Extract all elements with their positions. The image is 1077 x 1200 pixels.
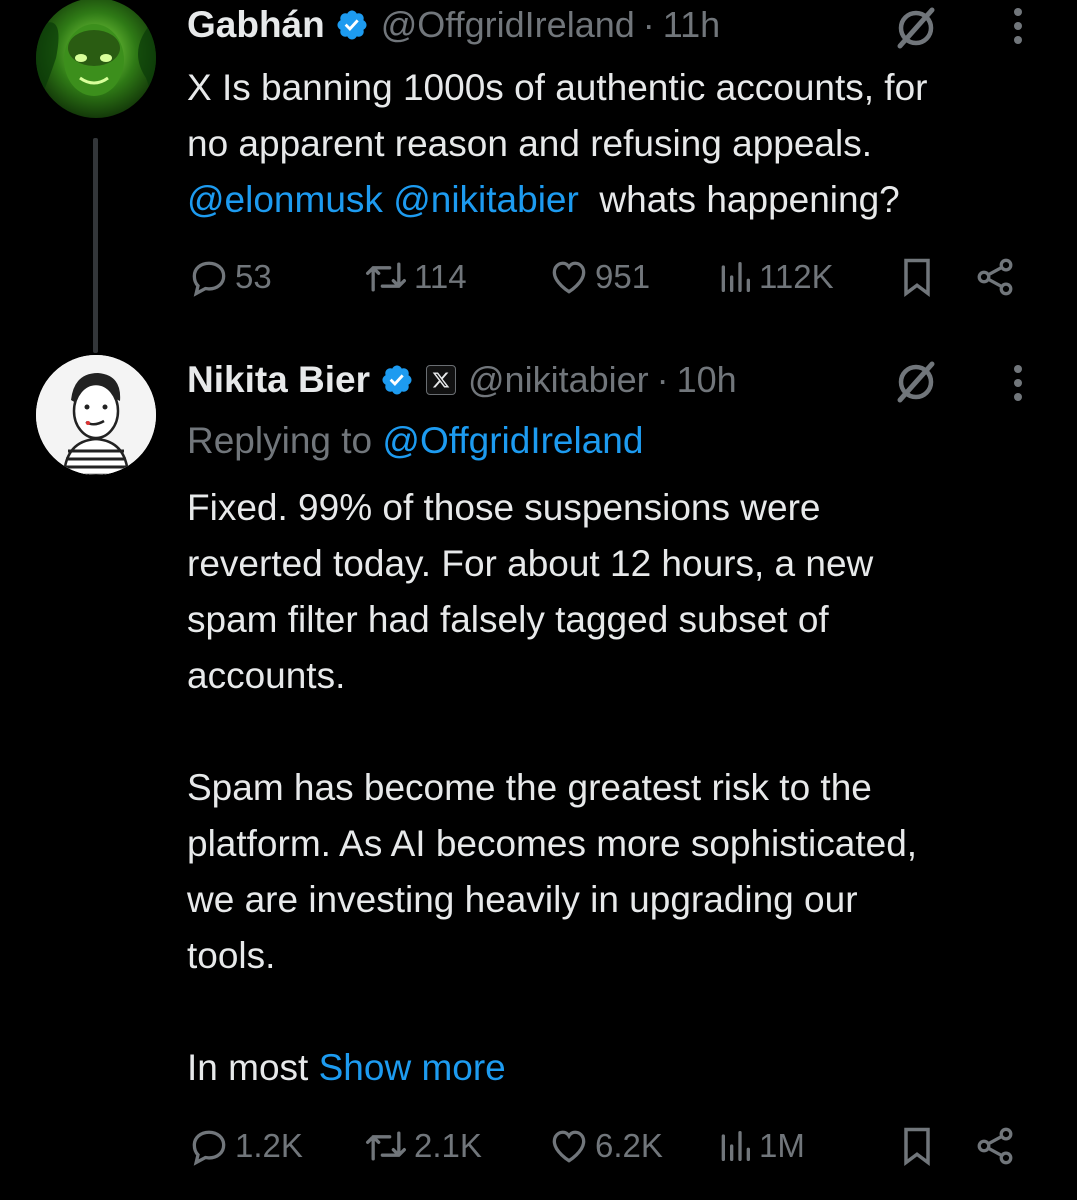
mention-link[interactable]: @nikitabier: [393, 179, 579, 220]
bookmark-button[interactable]: [895, 252, 939, 302]
reply-count: 1.2K: [235, 1127, 303, 1164]
views-button[interactable]: 112K: [715, 252, 834, 302]
share-button[interactable]: [973, 252, 1017, 302]
views-button[interactable]: 1M: [715, 1121, 805, 1171]
author-handle[interactable]: @OffgridIreland: [381, 4, 635, 46]
replying-prefix: Replying to: [187, 420, 373, 461]
tweet-gabhan[interactable]: Gabhán @OffgridIreland · 11h X Is bannin…: [0, 0, 1077, 353]
author-name[interactable]: Nikita Bier: [187, 359, 370, 401]
x-logo-icon: [432, 372, 450, 388]
views-count: 112K: [759, 258, 834, 295]
verified-badge-icon: [337, 10, 367, 40]
tweet-text: Fixed. 99% of those suspensions were rev…: [187, 480, 1057, 1096]
x-affiliation-badge[interactable]: [426, 365, 457, 395]
separator-dot: ·: [656, 359, 669, 400]
bookmark-icon: [904, 1127, 930, 1166]
tweet-text: X Is banning 1000s of authentic accounts…: [187, 60, 1057, 228]
like-button[interactable]: 6.2K: [547, 1121, 663, 1171]
replying-to: Replying to @OffgridIreland: [187, 420, 643, 462]
author-handle[interactable]: @nikitabier: [468, 359, 649, 401]
tweet-header: Gabhán @OffgridIreland · 11h: [187, 0, 720, 50]
like-count: 951: [595, 258, 651, 295]
text-line: accounts.: [187, 655, 346, 696]
grok-icon[interactable]: [892, 4, 940, 52]
reply-icon: [192, 1130, 226, 1166]
action-bar: 53 114 951 112K: [187, 252, 1027, 302]
text-line: no apparent reason and refusing appeals.: [187, 123, 873, 164]
text-span: In most: [187, 1047, 309, 1088]
text-line: In most Show more: [187, 1040, 1057, 1096]
avatar[interactable]: [36, 0, 156, 118]
mention-link[interactable]: @elonmusk: [187, 179, 383, 220]
tweet-nikita-bier[interactable]: Nikita Bier @nikitabier · 10h Replying t…: [0, 355, 1077, 1200]
more-options-icon[interactable]: [1008, 0, 1028, 50]
repost-button[interactable]: 2.1K: [362, 1121, 482, 1171]
text-line: Fixed. 99% of those suspensions were: [187, 487, 821, 528]
text-span: whats happening?: [599, 179, 900, 220]
text-line: X Is banning 1000s of authentic accounts…: [187, 67, 928, 108]
like-count: 6.2K: [595, 1127, 663, 1164]
repost-icon: [366, 262, 406, 292]
more-options-icon[interactable]: [1008, 357, 1028, 407]
text-line: spam filter had falsely tagged subset of: [187, 599, 829, 640]
text-line: tools.: [187, 935, 276, 976]
repost-button[interactable]: 114: [362, 252, 467, 302]
share-icon: [977, 258, 1013, 296]
reply-button[interactable]: 1.2K: [187, 1121, 303, 1171]
like-icon: [552, 261, 586, 294]
views-icon: [721, 262, 750, 292]
repost-count: 114: [414, 258, 467, 295]
views-icon: [721, 1131, 750, 1161]
reply-count: 53: [235, 258, 272, 295]
avatar[interactable]: [36, 355, 156, 475]
like-button[interactable]: 951: [547, 252, 650, 302]
action-bar: 1.2K 2.1K 6.2K 1M: [187, 1121, 1027, 1171]
text-line: @elonmusk @nikitabier whats happening?: [187, 172, 1057, 228]
reply-icon: [192, 261, 226, 297]
text-line: Spam has become the greatest risk to the: [187, 767, 872, 808]
separator-dot: ·: [642, 4, 655, 45]
repost-count: 2.1K: [414, 1127, 482, 1164]
grok-icon[interactable]: [892, 358, 940, 406]
text-line: we are investing heavily in upgrading ou…: [187, 879, 858, 920]
tweet-header: Nikita Bier @nikitabier · 10h: [187, 355, 737, 405]
timestamp[interactable]: 11h: [663, 4, 720, 46]
verified-badge-icon: [382, 365, 412, 395]
repost-icon: [366, 1131, 406, 1161]
show-more-link[interactable]: Show more: [319, 1047, 506, 1088]
replying-to-link[interactable]: @OffgridIreland: [382, 420, 643, 461]
bookmark-icon: [904, 258, 930, 297]
text-line: platform. As AI becomes more sophisticat…: [187, 823, 918, 864]
views-count: 1M: [759, 1127, 805, 1164]
timestamp[interactable]: 10h: [677, 359, 737, 401]
like-icon: [552, 1130, 586, 1163]
text-line: reverted today. For about 12 hours, a ne…: [187, 543, 874, 584]
share-button[interactable]: [973, 1121, 1017, 1171]
reply-button[interactable]: 53: [187, 252, 272, 302]
bookmark-button[interactable]: [895, 1121, 939, 1171]
thread-line: [93, 138, 98, 353]
author-name[interactable]: Gabhán: [187, 4, 325, 46]
share-icon: [977, 1127, 1013, 1165]
